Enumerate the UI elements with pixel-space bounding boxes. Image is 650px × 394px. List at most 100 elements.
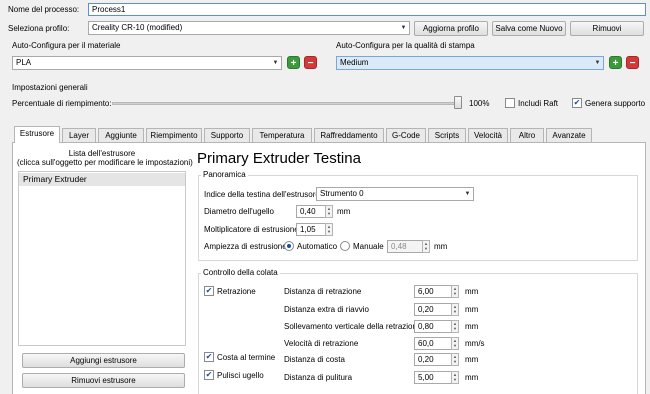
ooze-row-label: Distanza di retrazione: [284, 287, 362, 296]
generate-support-checkbox[interactable]: ✔: [572, 98, 582, 108]
retraction-checkbox[interactable]: ✔: [204, 286, 214, 296]
ooze-row-stepper[interactable]: ▲ ▼: [451, 353, 459, 366]
plus-icon: +: [290, 58, 297, 69]
manual-width-label: Manuale: [353, 242, 384, 251]
retraction-label: Retrazione: [217, 287, 256, 296]
ooze-row-stepper[interactable]: ▲ ▼: [451, 320, 459, 333]
extrusion-width-label: Ampiezza di estrusione: [204, 242, 287, 251]
auto-width-radio[interactable]: [284, 241, 294, 251]
ooze-row-stepper[interactable]: ▲ ▼: [451, 303, 459, 316]
ooze-row-label: Sollevamento verticale della retrazione: [284, 322, 422, 331]
extrusion-multiplier-stepper[interactable]: ▲ ▼: [325, 223, 333, 236]
ooze-row-label: Distanza di pulitura: [284, 373, 353, 382]
extruder-heading: Primary Extruder Testina: [197, 150, 361, 167]
ooze-row-label: Distanza extra di riavvio: [284, 305, 369, 314]
ooze-row-input[interactable]: 0,20: [414, 303, 452, 316]
include-raft-label: Includi Raft: [518, 99, 559, 108]
ooze-row-stepper[interactable]: ▲ ▼: [451, 285, 459, 298]
extruder-list: Primary Extruder: [18, 171, 186, 346]
wipe-label: Pulisci ugello: [217, 371, 264, 380]
tab-avanzate[interactable]: Avanzate: [546, 128, 592, 142]
tab-aggiunte[interactable]: Aggiunte: [98, 128, 144, 142]
nozzle-diameter-input[interactable]: 0,40: [296, 205, 326, 218]
tab-supporto[interactable]: Supporto: [204, 128, 250, 142]
extruder-list-item[interactable]: Primary Extruder: [19, 173, 185, 186]
remove-quality-button[interactable]: −: [626, 56, 639, 69]
ooze-row-unit: mm: [465, 287, 479, 296]
ooze-row-input[interactable]: 5,00: [414, 371, 452, 384]
infill-slider-track[interactable]: [112, 102, 462, 105]
ooze-row-unit: mm: [465, 373, 479, 382]
remove-extruder-button[interactable]: Rimuovi estrusore: [22, 373, 185, 388]
extrusion-multiplier-input[interactable]: 1,05: [296, 223, 326, 236]
remove-profile-button[interactable]: Rimuovi: [570, 21, 644, 36]
ooze-row-input[interactable]: 0,80: [414, 320, 452, 333]
plus-icon: +: [612, 58, 619, 69]
coast-label: Costa al termine: [217, 353, 276, 362]
extrusion-width-unit: mm: [434, 242, 448, 251]
tab-scripts[interactable]: Scripts: [428, 128, 466, 142]
ooze-row-stepper[interactable]: ▲ ▼: [451, 371, 459, 384]
save-as-new-button[interactable]: Salva come Nuovo: [492, 21, 566, 36]
tab-altro[interactable]: Altro: [510, 128, 544, 142]
ooze-row-unit: mm: [465, 305, 479, 314]
infill-label: Percentuale di riempimento:: [12, 99, 112, 108]
ooze-row-stepper[interactable]: ▲ ▼: [451, 337, 459, 350]
tab-g-code[interactable]: G-Code: [386, 128, 426, 142]
profile-select[interactable]: Creality CR-10 (modified) ▼: [88, 21, 410, 35]
generate-support-label: Genera supporto: [585, 99, 646, 108]
add-material-button[interactable]: +: [287, 56, 300, 69]
quality-label: Auto-Configura per la qualità di stampa: [336, 41, 475, 50]
ooze-row-unit: mm: [465, 355, 479, 364]
extrusion-width-stepper[interactable]: ▲ ▼: [422, 240, 430, 253]
process-name-input[interactable]: Process1: [88, 3, 646, 16]
overview-title: Panoramica: [201, 170, 248, 180]
profile-select-value: Creality CR-10 (modified): [92, 23, 183, 32]
quality-select-value: Medium: [340, 58, 369, 67]
tab-estrusore[interactable]: Estrusore: [14, 126, 60, 143]
update-profile-button[interactable]: Aggiorna profilo: [414, 21, 488, 36]
chevron-down-icon: ▼: [464, 191, 471, 197]
chevron-down-icon: ▼: [400, 25, 407, 31]
chevron-down-icon: ▼: [272, 60, 279, 66]
remove-material-button[interactable]: −: [304, 56, 317, 69]
add-extruder-button[interactable]: Aggiungi estrusore: [22, 353, 185, 368]
material-select-value: PLA: [16, 58, 32, 67]
tab-layer[interactable]: Layer: [62, 128, 96, 142]
ooze-row-label: Distanza di costa: [284, 355, 345, 364]
wipe-checkbox[interactable]: ✔: [204, 370, 214, 380]
process-name-label: Nome del processo:: [8, 5, 80, 14]
extruder-list-subtitle: (clicca sull'oggetto per modificare le i…: [17, 158, 193, 167]
minus-icon: −: [307, 58, 314, 69]
ooze-row-unit: mm/s: [465, 339, 485, 348]
material-select[interactable]: PLA ▼: [12, 56, 282, 70]
head-index-label: Indice della testina dell'estrusore: [204, 190, 320, 199]
quality-select[interactable]: Medium ▼: [336, 56, 604, 70]
ooze-row-input[interactable]: 60,0: [414, 337, 452, 350]
minus-icon: −: [629, 58, 636, 69]
tab-riempimento[interactable]: Riempimento: [146, 128, 202, 142]
material-label: Auto-Configura per il materiale: [12, 41, 121, 50]
add-quality-button[interactable]: +: [609, 56, 622, 69]
coast-checkbox[interactable]: ✔: [204, 352, 214, 362]
ooze-row-label: Velocità di retrazione: [284, 339, 359, 348]
head-index-select-value: Strumento 0: [320, 189, 364, 198]
extrusion-width-input[interactable]: 0,48: [387, 240, 423, 253]
nozzle-diameter-stepper[interactable]: ▲ ▼: [325, 205, 333, 218]
include-raft-checkbox[interactable]: [505, 98, 515, 108]
nozzle-diameter-label: Diametro dell'ugello: [204, 207, 275, 216]
head-index-select[interactable]: Strumento 0 ▼: [316, 187, 474, 201]
auto-width-label: Automatico: [297, 242, 338, 251]
chevron-down-icon: ▼: [594, 60, 601, 66]
tab-velocit[interactable]: Velocità: [468, 128, 508, 142]
extrusion-multiplier-label: Moltiplicatore di estrusione: [204, 225, 299, 234]
tab-temperatura[interactable]: Temperatura: [252, 128, 312, 142]
nozzle-diameter-unit: mm: [337, 207, 351, 216]
ooze-row-input[interactable]: 6,00: [414, 285, 452, 298]
infill-value: 100%: [469, 99, 490, 108]
manual-width-radio[interactable]: [340, 241, 350, 251]
ooze-control-title: Controllo della colata: [201, 268, 280, 278]
ooze-row-input[interactable]: 0,20: [414, 353, 452, 366]
infill-slider-thumb[interactable]: [454, 96, 462, 109]
tab-raffreddamento[interactable]: Raffreddamento: [314, 128, 384, 142]
